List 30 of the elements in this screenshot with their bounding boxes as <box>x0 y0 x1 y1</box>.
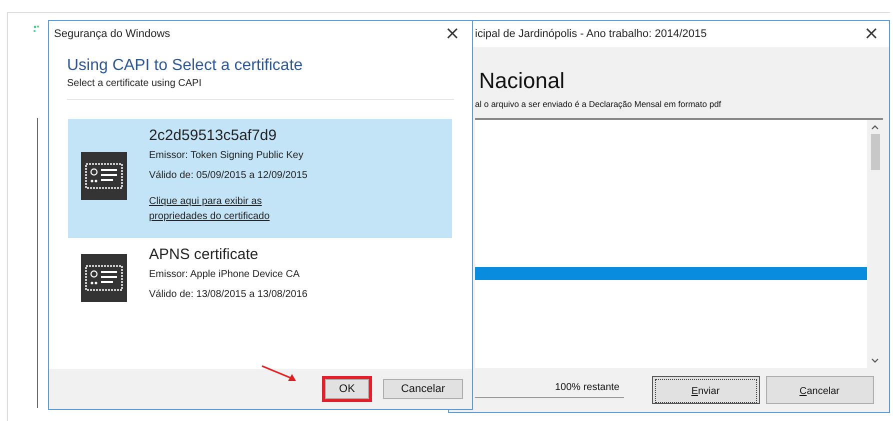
window-button[interactable]: Cancelar <box>766 376 874 404</box>
window-title: icipal de Jardinópolis - Ano trabalho: 2014/2015 <box>475 28 707 40</box>
dialog-title: Segurança do Windows <box>54 28 170 40</box>
dialog-heading: Using CAPI to Select a certificate <box>67 57 304 75</box>
progress-status: 100% restante <box>475 382 624 398</box>
certificate-validity: Válido de: 05/09/2015 a 12/09/2015 <box>149 170 308 181</box>
certificate-item[interactable]: APNS certificate Emissor: Apple iPhone Device CA Válido de: 13/08/2015 a 13/08/2016 <box>68 238 452 317</box>
certificate-issuer: Emissor: Apple iPhone Device CA <box>149 269 301 280</box>
certificate-name: 2c2d59513c5af7d9 <box>149 127 278 144</box>
dialog-subheading: Select a certificate using CAPI <box>67 78 203 89</box>
scroll-down-icon[interactable] <box>871 358 879 363</box>
scroll-up-icon[interactable] <box>871 125 879 130</box>
certificate-name: APNS certificate <box>149 246 260 263</box>
properties-link[interactable]: Clique aqui para exibir as propriedades do certificado <box>149 195 279 224</box>
certificate-issuer: Emissor: Token Signing Public Key <box>149 150 304 161</box>
dialog-button[interactable]: Cancelar <box>383 379 463 399</box>
certificate-icon <box>81 152 127 200</box>
window-button[interactable]: Enviar <box>652 376 760 404</box>
scroll-thumb[interactable] <box>870 134 880 170</box>
certificate-icon <box>81 254 127 302</box>
spinner-icon <box>33 25 41 35</box>
dialog-button[interactable]: OK <box>325 379 369 399</box>
window-description: al o arquivo a ser enviado é a Declaração Mensal em formato pdf <box>475 99 722 109</box>
certificate-validity: Válido de: 13/08/2015 a 13/08/2016 <box>149 289 308 300</box>
window-heading: Nacional <box>479 68 566 94</box>
certificate-item[interactable]: 2c2d59513c5af7d9 Emissor: Token Signing Public Key Válido de: 05/09/2015 a 12/09/2015 Clique aqui para exibir as propriedades do certificado <box>68 119 452 238</box>
annotation-arrow <box>261 365 297 383</box>
file-listbox[interactable] <box>475 118 883 368</box>
close-button[interactable]: × <box>860 25 883 43</box>
close-button[interactable]: × <box>440 25 464 43</box>
